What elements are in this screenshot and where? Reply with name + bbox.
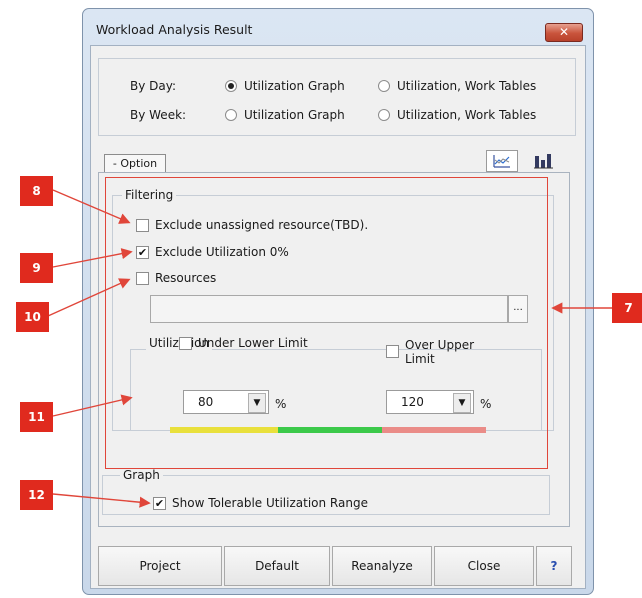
callout-12: 12 bbox=[20, 480, 53, 510]
callout-9: 9 bbox=[20, 253, 53, 283]
callout-11: 11 bbox=[20, 402, 53, 432]
callout-7: 7 bbox=[612, 293, 642, 323]
callout-8: 8 bbox=[20, 176, 53, 206]
callout-10: 10 bbox=[16, 302, 49, 332]
annotation-arrows bbox=[47, 189, 612, 508]
